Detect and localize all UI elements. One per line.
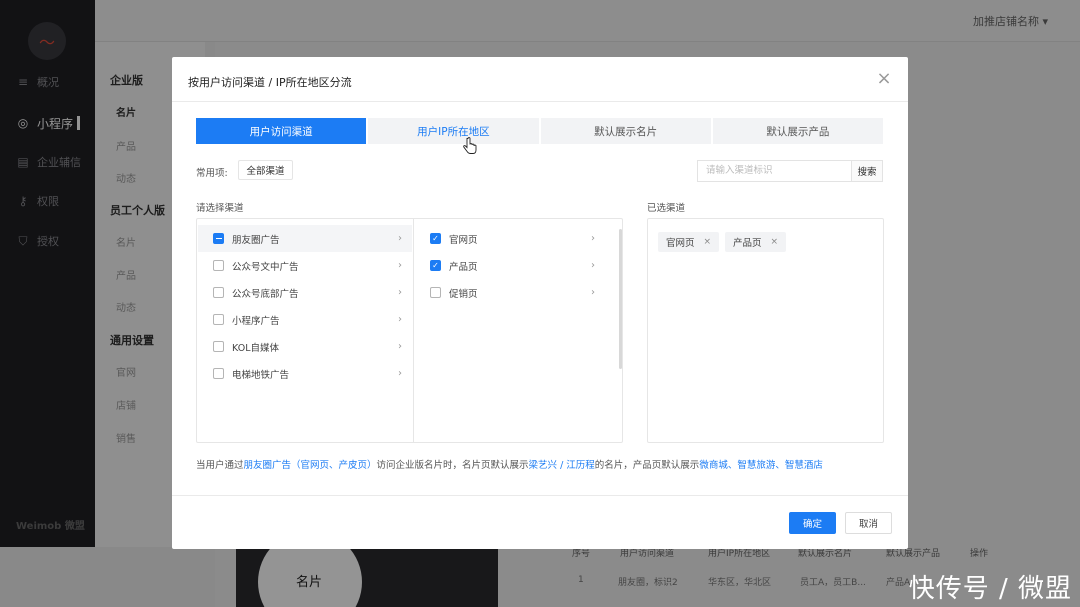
list-item[interactable]: ✓ 产品页 › [415,252,605,279]
tab-ip-region[interactable]: 用户IP所在地区 [368,118,539,144]
hint-link[interactable]: 梁艺兴 / 江历程 [529,460,595,471]
list-item[interactable]: 电梯地铁广告 › [198,360,412,387]
list-item[interactable]: 小程序广告 › [198,306,412,333]
chevron-right-icon: › [398,314,402,325]
preview-hint: 当用户通过朋友圈广告（官网页、产皮页）访问企业版名片时，名片页默认展示梁艺兴 /… [196,460,823,471]
list-item[interactable]: KOL自媒体 › [198,333,412,360]
tab-default-card[interactable]: 默认展示名片 [540,118,711,144]
tab-default-product[interactable]: 默认展示产品 [712,118,883,144]
list-item[interactable]: 朋友圈广告 › [198,225,412,252]
select-channel-label: 请选择渠道 [196,203,244,214]
close-icon[interactable]: × [704,237,712,247]
checkbox-indeterminate[interactable] [213,233,224,244]
checkbox-checked[interactable]: ✓ [430,260,441,271]
chevron-right-icon: › [398,287,402,298]
close-icon[interactable]: × [876,70,892,88]
scrollbar[interactable] [619,229,622,369]
divider [172,101,908,102]
tab-user-channel[interactable]: 用户访问渠道 [196,118,367,144]
checkbox[interactable] [213,287,224,298]
list-item[interactable]: 促销页 › [415,279,605,306]
list-item[interactable]: 公众号底部广告 › [198,279,412,306]
dialog-title: 按用户访问渠道 / IP所在地区分流 [188,76,352,89]
channel-search-input[interactable]: 请输入渠道标识 [697,160,851,182]
chevron-right-icon: › [398,233,402,244]
watermark: 快传号 / 微盟 [908,574,1072,604]
checkbox[interactable] [213,260,224,271]
list-item[interactable]: ✓ 官网页 › [415,225,605,252]
chevron-right-icon: › [398,260,402,271]
all-channels-chip[interactable]: 全部渠道 [238,160,293,180]
selected-tag: 官网页 × [658,232,720,252]
chevron-right-icon: › [591,260,595,271]
tab-bar: 用户访问渠道 用户IP所在地区 默认展示名片 默认展示产品 [196,118,883,144]
chevron-right-icon: › [591,287,595,298]
sub-channel-list: ✓ 官网页 › ✓ 产品页 › 促销页 › [415,225,605,306]
common-items-label: 常用项: [196,168,228,179]
checkbox[interactable] [213,314,224,325]
checkbox[interactable] [213,368,224,379]
channel-selector-panel: 朋友圈广告 › 公众号文中广告 › 公众号底部广告 › 小程序广告 › KOL自媒体 › … [196,218,623,443]
chevron-right-icon: › [398,341,402,352]
checkbox-checked[interactable]: ✓ [430,233,441,244]
channel-split-dialog: 按用户访问渠道 / IP所在地区分流 × 用户访问渠道 用户IP所在地区 默认展… [172,57,908,549]
divider [172,495,908,496]
close-icon[interactable]: × [771,237,779,247]
selected-channel-label: 已选渠道 [647,203,686,214]
hint-link[interactable]: 朋友圈广告（官网页、产皮页） [244,460,377,471]
selected-channels-panel: 官网页 × 产品页 × [647,218,884,443]
search-button[interactable]: 搜索 [851,160,883,182]
column-divider [413,219,414,442]
hint-link[interactable]: 微商城、智慧旅游、智慧酒店 [699,460,823,471]
chevron-right-icon: › [398,368,402,379]
checkbox[interactable] [430,287,441,298]
selected-tag: 产品页 × [725,232,787,252]
confirm-button[interactable]: 确定 [789,512,836,534]
cancel-button[interactable]: 取消 [845,512,892,534]
channel-list: 朋友圈广告 › 公众号文中广告 › 公众号底部广告 › 小程序广告 › KOL自媒体 › … [198,225,412,387]
chevron-right-icon: › [591,233,595,244]
hand-cursor-icon [463,137,477,154]
checkbox[interactable] [213,341,224,352]
list-item[interactable]: 公众号文中广告 › [198,252,412,279]
